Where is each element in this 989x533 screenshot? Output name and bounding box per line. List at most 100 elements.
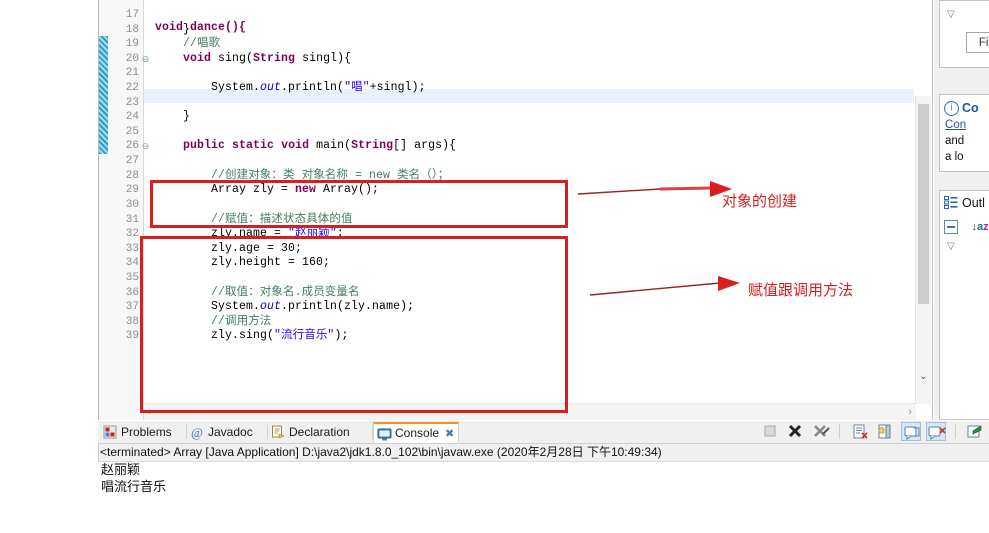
- console-output-lines: 赵丽颖 唱流行音乐: [98, 462, 989, 496]
- code-text: public static void main(String[] args){: [183, 139, 457, 153]
- code-row[interactable]: 21: [99, 66, 932, 81]
- tab-declaration[interactable]: Declaration: [268, 422, 372, 443]
- line-number: 28: [125, 169, 139, 182]
- tab-label: Console: [395, 426, 440, 440]
- terminate-all-button[interactable]: [785, 422, 805, 441]
- chevron-down-icon[interactable]: ▽: [947, 9, 955, 20]
- code-text: //创建对象：类 对象名称 = new 类名（）；: [155, 168, 450, 182]
- toolbar-separator-2: [954, 424, 956, 439]
- code-text: //调用方法: [155, 314, 272, 328]
- code-row[interactable]: 17: [99, 8, 932, 23]
- code-row[interactable]: 23: [99, 96, 932, 111]
- open-console-button[interactable]: [965, 422, 985, 441]
- console-output-line: 赵丽颖: [101, 463, 141, 478]
- code-row[interactable]: 38 //调用方法: [99, 315, 932, 330]
- code-row[interactable]: 25: [99, 125, 932, 140]
- line-number: 20: [125, 52, 139, 65]
- search-panel[interactable]: ▽ Find: [939, 0, 989, 68]
- help-text-line2: and: [945, 135, 965, 147]
- code-row[interactable]: 24 }: [99, 110, 932, 125]
- tab-javadoc[interactable]: @ Javadoc: [187, 422, 267, 443]
- tab-label: Problems: [121, 425, 172, 439]
- console-toolbar[interactable]: [759, 422, 985, 443]
- code-row-partial[interactable]: 17 void dance(){: [99, 0, 932, 34]
- code-row[interactable]: 33 zly.age = 30;: [99, 242, 932, 257]
- code-row[interactable]: 39 zly.sing("流行音乐");: [99, 329, 932, 344]
- code-row[interactable]: 32 zly.name = "赵丽颖";: [99, 227, 932, 242]
- line-number: 34: [125, 257, 139, 270]
- fold-toggle-icon[interactable]: ⊖: [140, 52, 151, 67]
- console-output-area[interactable]: 赵丽颖 唱流行音乐: [98, 461, 989, 533]
- find-button[interactable]: Find: [966, 32, 989, 53]
- help-text-line3: a lo: [945, 151, 964, 163]
- code-row[interactable]: 22 System.out.println("唱"+singl);: [99, 81, 932, 96]
- right-side-panels: ▽ Find i Co Con and a lo Outl ↓az: [934, 0, 989, 420]
- editor-horizontal-scrollbar[interactable]: ‹ ›: [144, 403, 916, 420]
- code-row[interactable]: 29 Array zly = new Array();: [99, 183, 932, 198]
- console-view[interactable]: Problems @ Javadoc Declaration Console ✖: [98, 421, 989, 533]
- sort-letter-z: z: [983, 220, 989, 233]
- code-row[interactable]: 34 zly.height = 160;: [99, 256, 932, 271]
- code-text: System.out.println(zly.name);: [155, 300, 415, 314]
- line-number: 30: [125, 198, 139, 211]
- code-row[interactable]: 31 //赋值：描述状态具体的值: [99, 213, 932, 228]
- line-number: 21: [125, 67, 139, 80]
- code-text: //唱歌: [155, 37, 221, 51]
- code-text: //赋值：描述状态具体的值: [155, 212, 353, 226]
- left-blank-margin: [0, 0, 98, 532]
- outline-toolbar[interactable]: ↓az: [944, 218, 989, 236]
- outline-menu-chevron-icon[interactable]: ▽: [947, 241, 955, 252]
- tab-problems[interactable]: Problems: [100, 422, 186, 443]
- terminate-button[interactable]: [760, 422, 780, 441]
- editor-vertical-scroll-thumb[interactable]: [918, 104, 929, 304]
- line-number: 29: [125, 184, 139, 197]
- javadoc-icon: @: [190, 425, 205, 440]
- code-row[interactable]: 37 System.out.println(zly.name);: [99, 300, 932, 315]
- line-number: 23: [125, 96, 139, 109]
- sort-icon[interactable]: ↓az: [971, 221, 988, 233]
- console-terminated-line: <terminated> Array [Java Application] D:…: [100, 444, 989, 461]
- line-number: 22: [125, 82, 139, 95]
- close-icon[interactable]: ✖: [445, 428, 454, 440]
- code-row[interactable]: 19 //唱歌: [99, 37, 932, 52]
- code-row[interactable]: 20 ⊖ void sing(String singl){: [99, 52, 932, 67]
- pin-console-button[interactable]: [900, 422, 921, 441]
- line-number: 19: [125, 38, 139, 51]
- clear-console-button[interactable]: [850, 422, 870, 441]
- code-row[interactable]: 28 //创建对象：类 对象名称 = new 类名（）；: [99, 169, 932, 184]
- svg-text:@: @: [191, 425, 203, 440]
- fold-toggle-icon[interactable]: ⊖: [140, 139, 151, 154]
- scroll-left-icon[interactable]: ‹: [147, 404, 151, 420]
- line-number: 35: [125, 271, 139, 284]
- line-number: 17: [125, 9, 139, 21]
- code-text: zly.name = "赵丽颖";: [155, 227, 344, 241]
- line-number: 31: [125, 213, 139, 226]
- outline-panel[interactable]: Outl ↓az ▽: [939, 190, 989, 420]
- info-icon: i: [944, 101, 959, 116]
- code-text: //取值：对象名.成员变量名: [155, 285, 360, 299]
- editor-vertical-scrollbar[interactable]: ⌄: [915, 96, 931, 404]
- code-text: void sing(String singl){: [183, 51, 352, 65]
- line-number: 38: [125, 315, 139, 328]
- scroll-lock-button[interactable]: [875, 422, 895, 441]
- code-row[interactable]: 18 }: [99, 23, 932, 38]
- code-row[interactable]: 26 ⊖ public static void main(String[] arg…: [99, 139, 932, 154]
- remove-all-terminated-button[interactable]: [811, 422, 831, 441]
- collapse-all-icon[interactable]: [944, 219, 958, 234]
- line-number: 26: [125, 140, 139, 153]
- java-editor[interactable]: 17 void dance(){ 1718 }19 //唱歌20⊖ void s…: [98, 0, 933, 420]
- code-text: }: [155, 22, 191, 36]
- scroll-down-icon[interactable]: ⌄: [916, 371, 931, 382]
- console-icon: [377, 427, 392, 442]
- line-number: 37: [125, 301, 139, 314]
- console-tab-strip[interactable]: Problems @ Javadoc Declaration Console ✖: [98, 421, 989, 444]
- line-number: 25: [125, 125, 139, 138]
- scroll-right-icon[interactable]: ›: [908, 404, 912, 420]
- outline-panel-title: Outl: [962, 196, 985, 210]
- code-row[interactable]: 27: [99, 154, 932, 169]
- content-assist-help-panel[interactable]: i Co Con and a lo: [939, 94, 989, 172]
- help-link[interactable]: Con: [945, 119, 966, 131]
- tab-console[interactable]: Console ✖: [373, 422, 459, 443]
- display-selected-console-button[interactable]: [926, 422, 947, 441]
- code-row[interactable]: 30: [99, 198, 932, 213]
